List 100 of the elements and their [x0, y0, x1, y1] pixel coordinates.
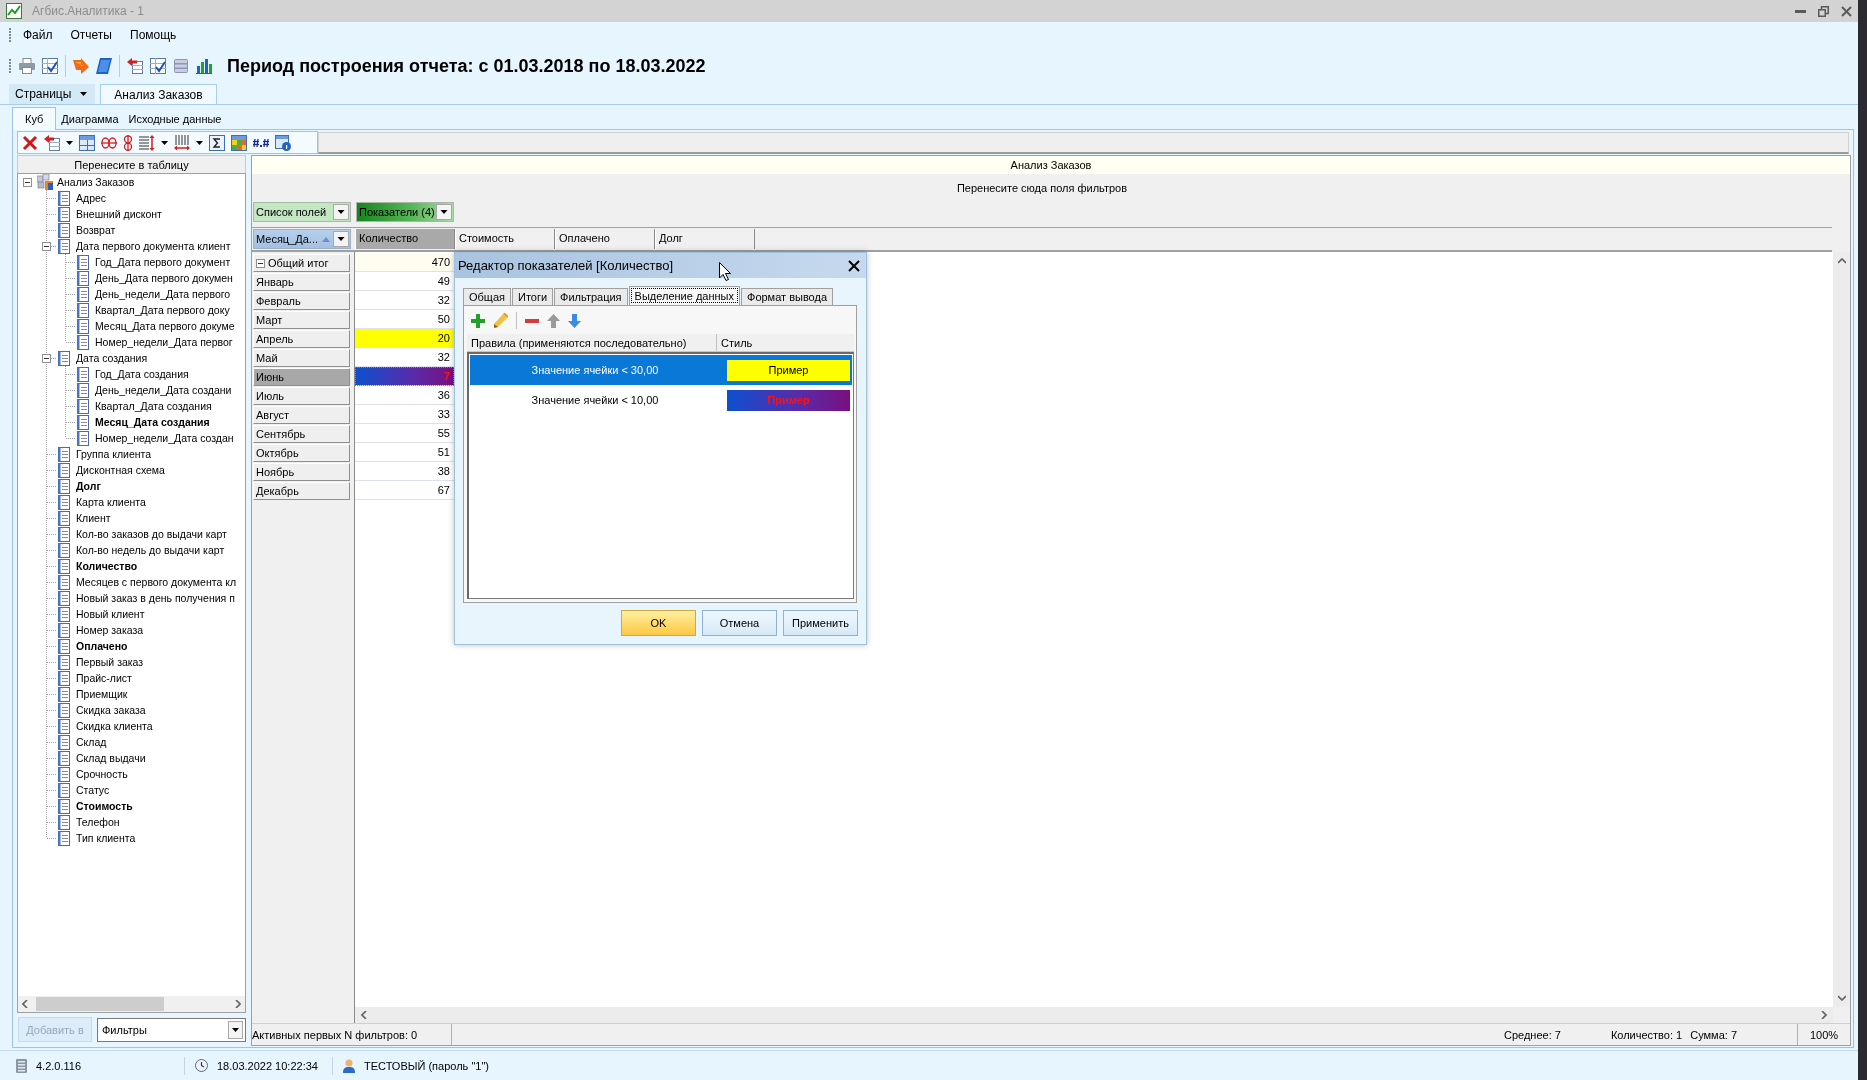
minus-box-icon[interactable]	[42, 353, 51, 363]
row-header[interactable]: Март	[253, 311, 350, 329]
printer-icon[interactable]	[19, 58, 35, 74]
dialog-tab[interactable]: Фильтрация	[554, 288, 628, 305]
database-icon[interactable]	[173, 58, 189, 74]
tree-item[interactable]: Месяцев с первого документа кл	[76, 576, 236, 588]
cross-icon[interactable]	[22, 134, 38, 151]
dialog-button[interactable]: Отмена	[702, 610, 777, 636]
row-header[interactable]: Апрель	[253, 330, 350, 348]
caret-icon[interactable]	[196, 140, 203, 145]
arrow-up-icon[interactable]	[1837, 258, 1846, 264]
tree-item[interactable]: Срочность	[76, 768, 128, 780]
tree-item[interactable]: Оплачено	[76, 640, 128, 652]
table-check-icon[interactable]	[42, 58, 58, 74]
tree-item[interactable]: Адрес	[76, 192, 107, 204]
scrollbar[interactable]	[18, 996, 245, 1012]
tree-item[interactable]: Номер_недели_Дата создан	[95, 432, 234, 444]
tree-item[interactable]: Клиент	[76, 512, 111, 524]
row-header[interactable]: Май	[253, 349, 350, 367]
tree-item[interactable]: Месяц_Дата первого докуме	[95, 320, 235, 332]
column-header[interactable]: Оплачено	[555, 229, 655, 249]
tree-item[interactable]: Скидка клиента	[76, 720, 153, 732]
menu-item[interactable]: Файл	[23, 28, 53, 42]
tree-item[interactable]: Карта клиента	[76, 496, 146, 508]
caret-icon[interactable]	[80, 92, 88, 96]
measures-button[interactable]: Показатели (4)	[356, 202, 454, 222]
row-header[interactable]: Август	[253, 406, 350, 424]
pages-button[interactable]: Страницы	[9, 84, 96, 104]
tree-item[interactable]: Номер_недели_Дата первог	[95, 336, 233, 348]
bar-chart-icon[interactable]	[196, 58, 212, 74]
column-header[interactable]: Количество	[355, 229, 455, 249]
tree-item[interactable]: Месяц_Дата создания	[95, 416, 210, 428]
arrow-icon[interactable]	[73, 58, 89, 74]
target-select[interactable]: Фильтры	[97, 1017, 246, 1042]
table-check-icon[interactable]	[150, 58, 166, 74]
caret-icon[interactable]	[161, 140, 168, 145]
table-arrow-icon[interactable]	[44, 134, 60, 151]
column-header[interactable]: Стоимость	[455, 229, 555, 249]
row-header[interactable]: Сентябрь	[253, 425, 350, 443]
tree-item[interactable]: Тип клиента	[76, 832, 136, 844]
tree-item[interactable]: Первый заказ	[76, 656, 144, 668]
tree-item[interactable]: Новый клиент	[76, 608, 145, 620]
stacked-circles-icon[interactable]	[123, 134, 133, 151]
row-height-icon[interactable]	[139, 134, 155, 151]
tree-item[interactable]: День_Дата первого докумен	[95, 272, 233, 284]
row-header[interactable]: Общий итог	[253, 254, 350, 272]
tree-item[interactable]: Статус	[76, 784, 110, 796]
minus-box-icon[interactable]	[23, 177, 32, 187]
tree-item[interactable]: Количество	[76, 560, 138, 572]
menu-item[interactable]: Отчеты	[70, 28, 112, 42]
tree-item[interactable]: Новый заказ в день получения п	[76, 592, 235, 604]
arrow-right-icon[interactable]	[235, 1000, 241, 1008]
sum-icon[interactable]	[209, 134, 225, 151]
tree-item[interactable]: Номер заказа	[76, 624, 144, 636]
tree-item[interactable]: Возврат	[76, 224, 116, 236]
remove-icon[interactable]	[525, 318, 539, 323]
close-icon[interactable]	[848, 259, 860, 272]
view-tab[interactable]: Исходные данные	[123, 109, 227, 128]
tree-item[interactable]: Кол-во недель до выдачи карт	[76, 544, 225, 556]
minus-box-icon[interactable]	[256, 258, 265, 268]
row-header[interactable]: Июль	[253, 387, 350, 405]
minus-box-icon[interactable]	[42, 241, 51, 251]
scrollbar-thumb[interactable]	[36, 997, 164, 1011]
minimize-icon[interactable]	[1795, 9, 1806, 13]
dialog-button[interactable]: Применить	[783, 610, 858, 636]
tree-item[interactable]: Стоимость	[76, 800, 133, 812]
column-header[interactable]: Долг	[655, 229, 755, 249]
tree-item[interactable]: Дата первого документа клиент	[76, 240, 231, 252]
arrow-left-icon[interactable]	[22, 1000, 28, 1008]
dialog-tab[interactable]: Выделение данных	[628, 286, 740, 305]
column-width-icon[interactable]	[174, 134, 190, 151]
rule-row[interactable]: Значение ячейки < 10,00 Пример	[470, 385, 852, 415]
tree-item[interactable]: День_недели_Дата первого	[95, 288, 231, 300]
tree-item[interactable]: Склад выдачи	[76, 752, 146, 764]
tree-item[interactable]: Квартал_Дата создания	[95, 400, 212, 412]
arrow-right-icon[interactable]	[1821, 1011, 1827, 1019]
view-tab[interactable]: Куб	[12, 107, 57, 130]
menu-item[interactable]: Помощь	[130, 28, 177, 42]
tree-item[interactable]: Телефон	[76, 816, 120, 828]
tree-item[interactable]: Год_Дата первого документ	[95, 256, 231, 268]
crossed-circles-icon[interactable]	[101, 134, 117, 151]
restore-icon[interactable]	[1818, 5, 1829, 17]
tree-item[interactable]: Прайс-лист	[76, 672, 132, 684]
tree-item[interactable]: Квартал_Дата первого доку	[95, 304, 230, 316]
dialog-tab[interactable]: Общая	[463, 288, 511, 305]
arrow-down-icon[interactable]	[568, 313, 581, 328]
page-tab[interactable]: Анализ Заказов	[100, 84, 217, 104]
tree-item[interactable]: Год_Дата создания	[95, 368, 189, 380]
tree-item[interactable]: Склад	[76, 736, 107, 748]
heatmap-icon[interactable]	[231, 134, 247, 151]
scrollbar[interactable]	[1833, 252, 1850, 1007]
arrow-up-icon[interactable]	[547, 313, 560, 328]
tree-item[interactable]: Долг	[76, 480, 101, 492]
tree-item[interactable]: День_недели_Дата создани	[95, 384, 232, 396]
tree-item[interactable]: Дисконтная схема	[76, 464, 165, 476]
rule-row[interactable]: Значение ячейки < 30,00 Пример	[470, 355, 852, 385]
tree-item[interactable]: Дата создания	[76, 352, 148, 364]
row-field-button[interactable]: Месяц_Да...	[253, 229, 351, 249]
view-tab[interactable]: Диаграмма	[56, 109, 124, 128]
tree-item[interactable]: Кол-во заказов до выдачи карт	[76, 528, 227, 540]
